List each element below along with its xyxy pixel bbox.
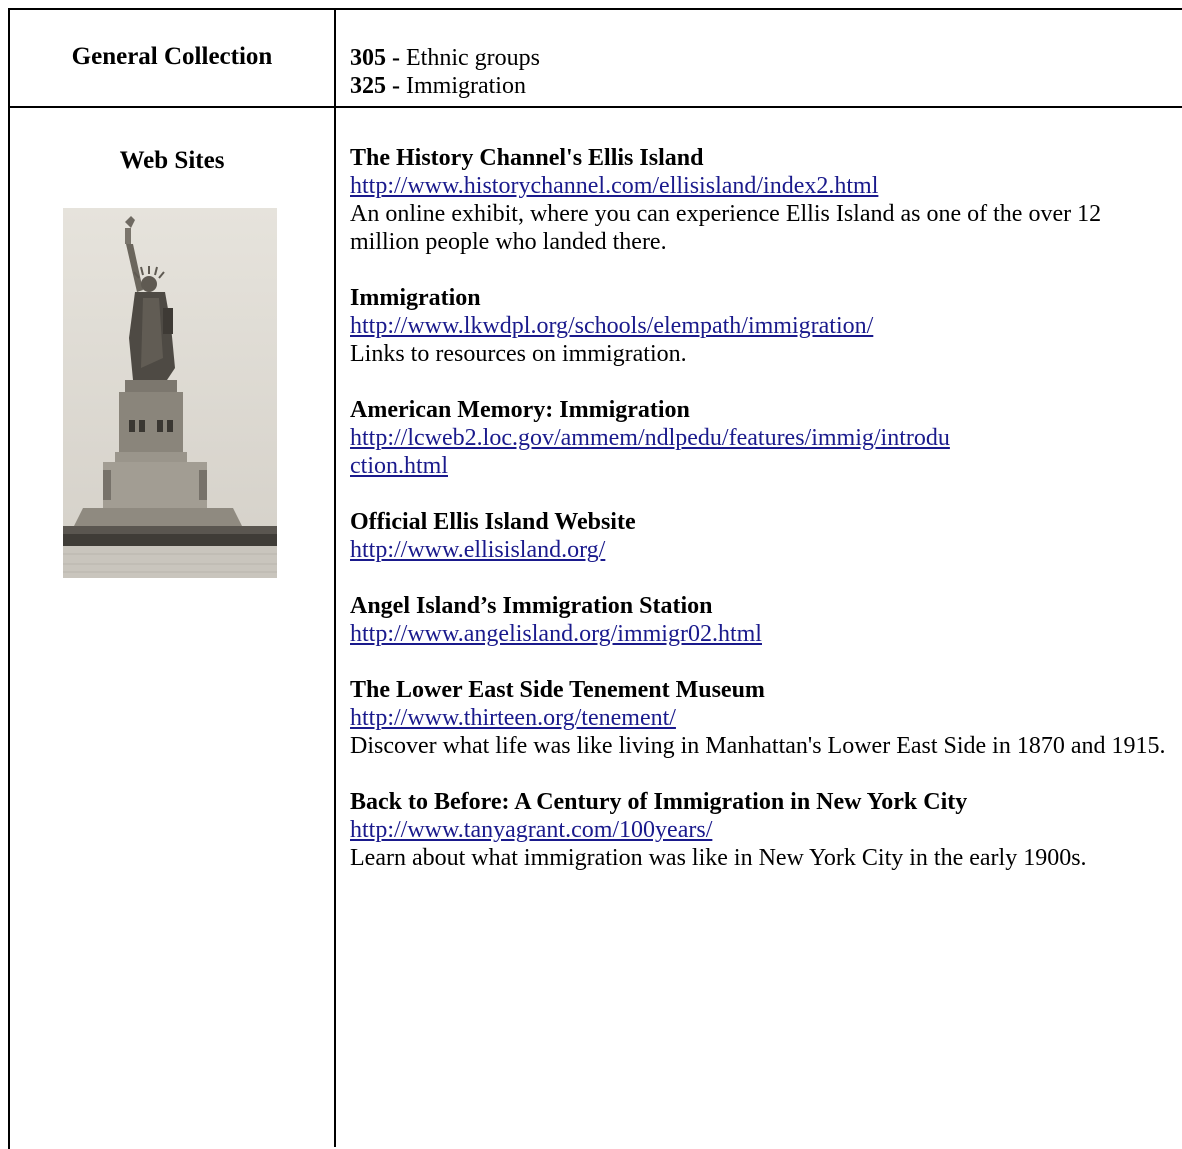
site-link[interactable]: http://www.ellisisland.org/ <box>350 536 1176 564</box>
statue-of-liberty-image <box>63 208 277 578</box>
site-description: Links to resources on immigration. <box>350 341 687 367</box>
site-link[interactable]: http://www.thirteen.org/tenement/ <box>350 704 1176 732</box>
call-number: 305 - <box>350 45 400 71</box>
web-site-entry: Official Ellis Island Website http://www… <box>350 508 1176 564</box>
site-link[interactable]: http://www.historychannel.com/ellisislan… <box>350 172 1176 200</box>
site-title: American Memory: Immigration <box>350 397 690 423</box>
site-title: The History Channel's Ellis Island <box>350 145 704 171</box>
general-collection-label: General Collection <box>71 43 273 70</box>
web-site-list: The History Channel's Ellis Island http:… <box>350 144 1176 900</box>
general-collection-item: 305 - Ethnic groups <box>350 44 1170 72</box>
web-site-entry: Angel Island’s Immigration Station http:… <box>350 592 1176 648</box>
general-collection-list: 305 - Ethnic groups 325 - Immigration <box>350 44 1170 100</box>
site-title: Back to Before: A Century of Immigration… <box>350 789 968 815</box>
subject: Immigration <box>400 73 526 99</box>
site-link[interactable]: http://www.lkwdpl.org/schools/elempath/i… <box>350 312 1176 340</box>
web-site-entry: Immigration http://www.lkwdpl.org/school… <box>350 284 1176 368</box>
web-site-entry: Back to Before: A Century of Immigration… <box>350 788 1176 872</box>
site-link[interactable]: http://www.angelisland.org/immigr02.html <box>350 620 1176 648</box>
web-site-entry: The History Channel's Ellis Island http:… <box>350 144 1176 256</box>
site-description: Discover what life was like living in Ma… <box>350 733 1166 759</box>
general-collection-item: 325 - Immigration <box>350 72 1170 100</box>
site-title: Angel Island’s Immigration Station <box>350 593 713 619</box>
site-title: Immigration <box>350 285 481 311</box>
web-site-entry: The Lower East Side Tenement Museum http… <box>350 676 1176 760</box>
site-link[interactable]: http://lcweb2.loc.gov/ammem/ndlpedu/feat… <box>350 424 950 480</box>
site-title: Official Ellis Island Website <box>350 509 636 535</box>
site-description: An online exhibit, where you can experie… <box>350 201 1102 255</box>
site-description: Learn about what immigration was like in… <box>350 845 1087 871</box>
row-divider <box>8 106 1182 108</box>
subject: Ethnic groups <box>400 45 540 71</box>
web-sites-label: Web Sites <box>119 147 225 174</box>
site-link[interactable]: http://www.tanyagrant.com/100years/ <box>350 816 1176 844</box>
site-title: The Lower East Side Tenement Museum <box>350 677 765 703</box>
column-divider <box>334 8 336 1147</box>
web-site-entry: American Memory: Immigration http://lcwe… <box>350 396 1176 480</box>
call-number: 325 - <box>350 73 400 99</box>
